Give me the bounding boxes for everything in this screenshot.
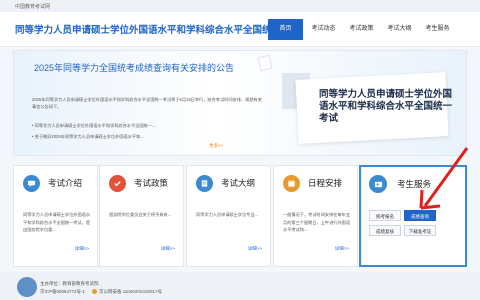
checkmark-icon [109, 175, 126, 192]
card-title: 考试政策 [134, 178, 169, 188]
score-review-button[interactable]: 成绩复核 [369, 225, 401, 236]
card-desc: 国务院学位委员会关于授予具有... [109, 212, 172, 217]
main-nav: 首页 考试动态 考试政策 考试大纲 考生服务 [268, 19, 458, 40]
footer-police[interactable]: 京公网安备 11040202430017号 [92, 289, 162, 295]
police-badge-icon [92, 289, 97, 295]
notice-item[interactable]: • 同等学力人员申请硕士学位外国语水平和学科综合水平全国统一... [32, 120, 262, 131]
book-icon [196, 175, 213, 192]
nav-policy[interactable]: 考试政策 [344, 19, 379, 40]
card-more-link[interactable]: 详细>> [75, 246, 89, 252]
notice-more-link[interactable]: 更多>> [209, 143, 223, 149]
card-title: 考试大纲 [221, 178, 256, 188]
card-desc: 同等学力人员申请硕士学位外国语水平和学科综合水平全国统一考试，是由国务院学位委.… [23, 212, 91, 232]
card-more-link[interactable]: 详细>> [161, 246, 175, 252]
registration-button[interactable]: 统考报名 [369, 210, 401, 221]
footer-host: 主办单位：教育部教育考试院 [40, 281, 99, 286]
card-more-link[interactable]: 详细>> [335, 246, 349, 252]
banner-exam-title: 同等学力人员申请硕士学位外国语水平和学科综合水平全国统一考试 [319, 89, 453, 124]
red-arrow-annotation [419, 147, 469, 210]
notice-summary: 2025年同等学力人员申请硕士学位外国语水平和学科综合水平全国统一考试将于5月1… [32, 97, 262, 109]
nav-news[interactable]: 考试动态 [306, 19, 341, 40]
card-title: 考试介绍 [48, 178, 83, 188]
top-site-name: 中国教育考试网 [15, 4, 51, 10]
announcement-banner: 2025年同等学力全国统考成绩查询有关安排的公告 2025年同等学力人员申请硕士… [13, 50, 467, 156]
download-admission-ticket-button[interactable]: 下载准考证 [404, 225, 436, 236]
site-title: 同等学力人员申请硕士学位外国语水平和学科综合水平全国统一考试 [15, 25, 301, 36]
notice-list: • 同等学力人员申请硕士学位外国语水平和学科综合水平全国统一... • 关于做好… [32, 120, 262, 142]
card-exam-intro[interactable]: 考试介绍 同等学力人员申请硕士学位外国语水平和学科综合水平全国统一考试，是由国务… [13, 165, 98, 267]
card-desc: 同等学力人员申请硕士学位专业... [196, 212, 259, 217]
nav-services[interactable]: 考生服务 [420, 19, 455, 40]
nav-home[interactable]: 首页 [268, 19, 303, 40]
nav-syllabus[interactable]: 考试大纲 [382, 19, 417, 40]
header: 同等学力人员申请硕士学位外国语水平和学科综合水平全国统一考试 首页 考试动态 考… [0, 12, 480, 47]
chat-icon [23, 175, 40, 192]
user-card-icon [369, 175, 387, 193]
top-strip: 中国教育考试网 [0, 0, 480, 12]
decor-box [257, 54, 273, 72]
footer-icp[interactable]: 京ICP备05064772号-1 [40, 289, 85, 295]
footer: 主办单位：教育部教育考试院 京ICP备05064772号-1 京公网安备 110… [0, 272, 480, 300]
calendar-icon [283, 175, 300, 192]
card-more-link[interactable]: 详细>> [248, 246, 262, 252]
footer-logo [17, 277, 37, 297]
card-desc: 一般情况下，考试时间安排在每年五月的第三个星期日，上午进行外国语水平考试和... [283, 212, 351, 232]
card-exam-syllabus[interactable]: 考试大纲 同等学力人员申请硕士学位专业... 详细>> [186, 165, 271, 267]
card-schedule[interactable]: 日程安排 一般情况下，考试时间安排在每年五月的第三个星期日，上午进行外国语水平考… [273, 165, 358, 267]
card-title: 日程安排 [308, 178, 343, 188]
notice-item[interactable]: • 关于做好2025年同等学力人员申请硕士学位外国语水平和... [32, 131, 262, 142]
notice-title[interactable]: 2025年同等学力全国统考成绩查询有关安排的公告 [34, 61, 234, 74]
card-exam-policy[interactable]: 考试政策 国务院学位委员会关于授予具有... 详细>> [99, 165, 184, 267]
